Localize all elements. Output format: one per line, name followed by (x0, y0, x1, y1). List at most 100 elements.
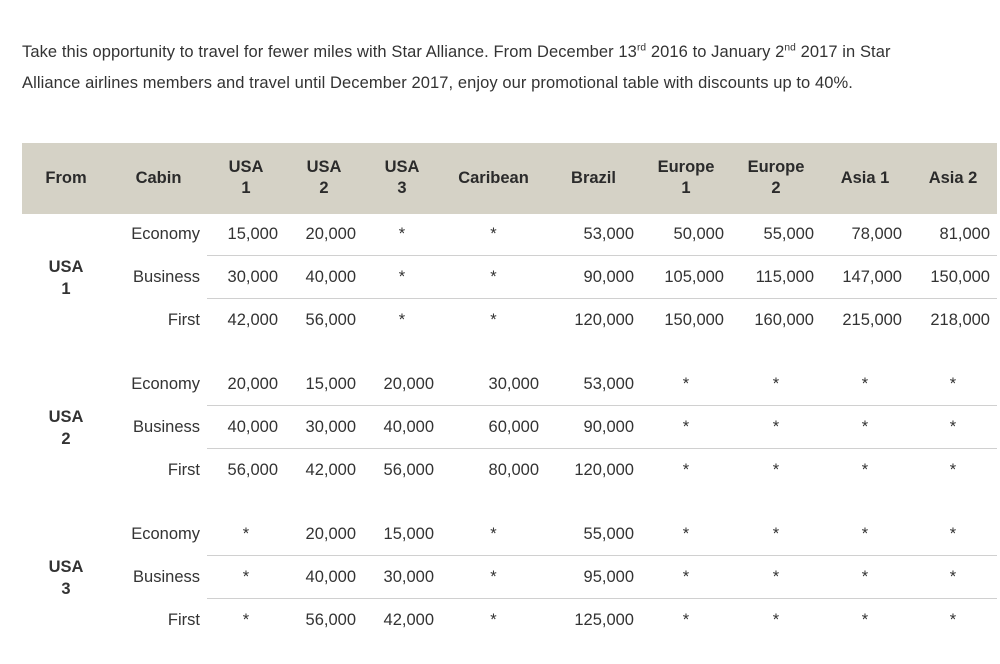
miles-value-cell: 147,000 (842, 268, 902, 286)
miles-value-cell: 20,000 (305, 225, 356, 243)
miles-value-cell: 90,000 (583, 268, 634, 286)
miles-unavailable-cell: * (772, 611, 780, 629)
miles-unavailable-cell: * (398, 225, 406, 243)
column-header-cabin: Cabin (110, 143, 207, 214)
miles-value-cell: 40,000 (227, 418, 278, 436)
miles-unavailable-cell: * (861, 568, 869, 586)
miles-value-cell: 120,000 (574, 311, 634, 329)
miles-unavailable-cell: * (949, 418, 957, 436)
table-row: First 56,000 42,000 56,000 80,000 120,000 * * * * (22, 450, 997, 491)
column-header-usa-1: USA 1 (207, 143, 285, 214)
intro-ordinal-suffix-1: rd (636, 42, 647, 53)
group-separator-line (22, 341, 997, 364)
column-header-europe-1-line1: Europe (657, 158, 715, 176)
miles-value-cell: 78,000 (851, 225, 902, 243)
miles-value-cell: 40,000 (305, 268, 356, 286)
miles-value-cell: 53,000 (583, 225, 634, 243)
column-header-brazil: Brazil (546, 143, 641, 214)
miles-value-cell: 56,000 (383, 461, 434, 479)
miles-value-cell: 80,000 (488, 461, 539, 479)
intro-text-part-2: 2016 to January 2 (646, 42, 785, 61)
group-separator-line (22, 641, 997, 664)
column-header-asia-2: Asia 2 (909, 143, 997, 214)
origin-region-cell: USA 2 (22, 364, 110, 491)
column-header-usa-2: USA 2 (285, 143, 363, 214)
miles-unavailable-cell: * (861, 461, 869, 479)
miles-value-cell: 42,000 (305, 461, 356, 479)
miles-unavailable-cell: * (398, 311, 406, 329)
miles-unavailable-cell: * (682, 525, 690, 543)
miles-value-cell: 150,000 (664, 311, 724, 329)
miles-unavailable-cell: * (490, 611, 497, 629)
miles-unavailable-cell: * (861, 375, 869, 393)
origin-region-cell: USA 1 (22, 214, 110, 341)
column-header-asia-2-line1: Asia 2 (928, 168, 978, 187)
miles-value-cell: 20,000 (305, 525, 356, 543)
miles-value-cell: 40,000 (305, 568, 356, 586)
miles-unavailable-cell: * (490, 568, 497, 586)
column-header-europe-2: Europe 2 (731, 143, 821, 214)
intro-ordinal-suffix-2: nd (784, 42, 796, 53)
group-separator (22, 341, 997, 364)
column-header-from-line1: From (45, 168, 87, 187)
miles-value-cell: 30,000 (305, 418, 356, 436)
table-row: Business 30,000 40,000 * * 90,000 105,000 115,0… (22, 257, 997, 299)
miles-unavailable-cell: * (772, 525, 780, 543)
cabin-class-cell: First (167, 461, 200, 479)
miles-unavailable-cell: * (861, 611, 869, 629)
column-header-usa-3-line1: USA (384, 158, 420, 176)
column-header-brazil-line1: Brazil (571, 168, 616, 187)
miles-value-cell: 56,000 (305, 311, 356, 329)
column-header-usa-2-line2: 2 (319, 179, 329, 197)
cabin-class-cell: Economy (131, 375, 200, 394)
origin-region-cell: USA 3 (22, 514, 110, 641)
origin-region-number: 3 (61, 579, 71, 598)
column-header-asia-1: Asia 1 (821, 143, 909, 214)
miles-unavailable-cell: * (490, 225, 497, 243)
miles-unavailable-cell: * (949, 375, 957, 393)
cabin-class-cell: First (167, 611, 200, 629)
miles-value-cell: 53,000 (583, 375, 634, 393)
origin-region-number: 2 (61, 429, 71, 448)
miles-unavailable-cell: * (490, 311, 497, 329)
miles-unavailable-cell: * (682, 375, 690, 393)
group-separator (22, 491, 997, 514)
column-header-caribean: Caribean (441, 143, 546, 214)
column-header-europe-1-line2: 1 (681, 179, 691, 197)
miles-unavailable-cell: * (490, 525, 497, 543)
intro-paragraph: Take this opportunity to travel for fewe… (22, 37, 894, 99)
miles-unavailable-cell: * (949, 525, 957, 543)
miles-value-cell: 95,000 (583, 568, 634, 586)
column-header-usa-2-line1: USA (306, 158, 342, 176)
miles-unavailable-cell: * (682, 568, 690, 586)
origin-region-number: 1 (61, 279, 71, 298)
cabin-class-cell: Business (133, 268, 200, 287)
table-row: Business 40,000 30,000 40,000 60,000 90,000 * *… (22, 407, 997, 449)
miles-value-cell: 60,000 (488, 418, 539, 436)
miles-unavailable-cell: * (861, 525, 869, 543)
miles-value-cell: 42,000 (383, 611, 434, 629)
column-header-usa-1-line1: USA (228, 158, 264, 176)
miles-value-cell: 125,000 (574, 611, 634, 629)
table-body: USA 1 Economy 15,000 20,000 * * 53,000 50,000 55,… (22, 214, 997, 664)
origin-region-name: USA (48, 257, 84, 276)
miles-value-cell: 15,000 (305, 375, 356, 393)
column-header-asia-1-line1: Asia 1 (840, 168, 890, 187)
table-row: First 42,000 56,000 * * 120,000 150,000 160,000… (22, 300, 997, 341)
column-header-europe-1: Europe 1 (641, 143, 731, 214)
cabin-class-cell: Business (133, 418, 200, 437)
promo-table-container: From Cabin USA 1 USA 2 USA 3 Caribean Brazi… (22, 143, 997, 664)
miles-value-cell: 105,000 (664, 268, 724, 286)
miles-value-cell: 30,000 (488, 375, 539, 393)
group-separator-line (22, 491, 997, 514)
miles-unavailable-cell: * (242, 525, 250, 543)
origin-region-name: USA (48, 557, 84, 576)
cabin-class-cell: Economy (131, 525, 200, 544)
table-header-row: From Cabin USA 1 USA 2 USA 3 Caribean Brazi… (22, 143, 997, 214)
miles-unavailable-cell: * (682, 611, 690, 629)
column-header-usa-3-line2: 3 (397, 179, 407, 197)
table-bottom-border (22, 641, 997, 664)
miles-value-cell: 90,000 (583, 418, 634, 436)
miles-unavailable-cell: * (772, 461, 780, 479)
cabin-class-cell: First (167, 311, 200, 329)
